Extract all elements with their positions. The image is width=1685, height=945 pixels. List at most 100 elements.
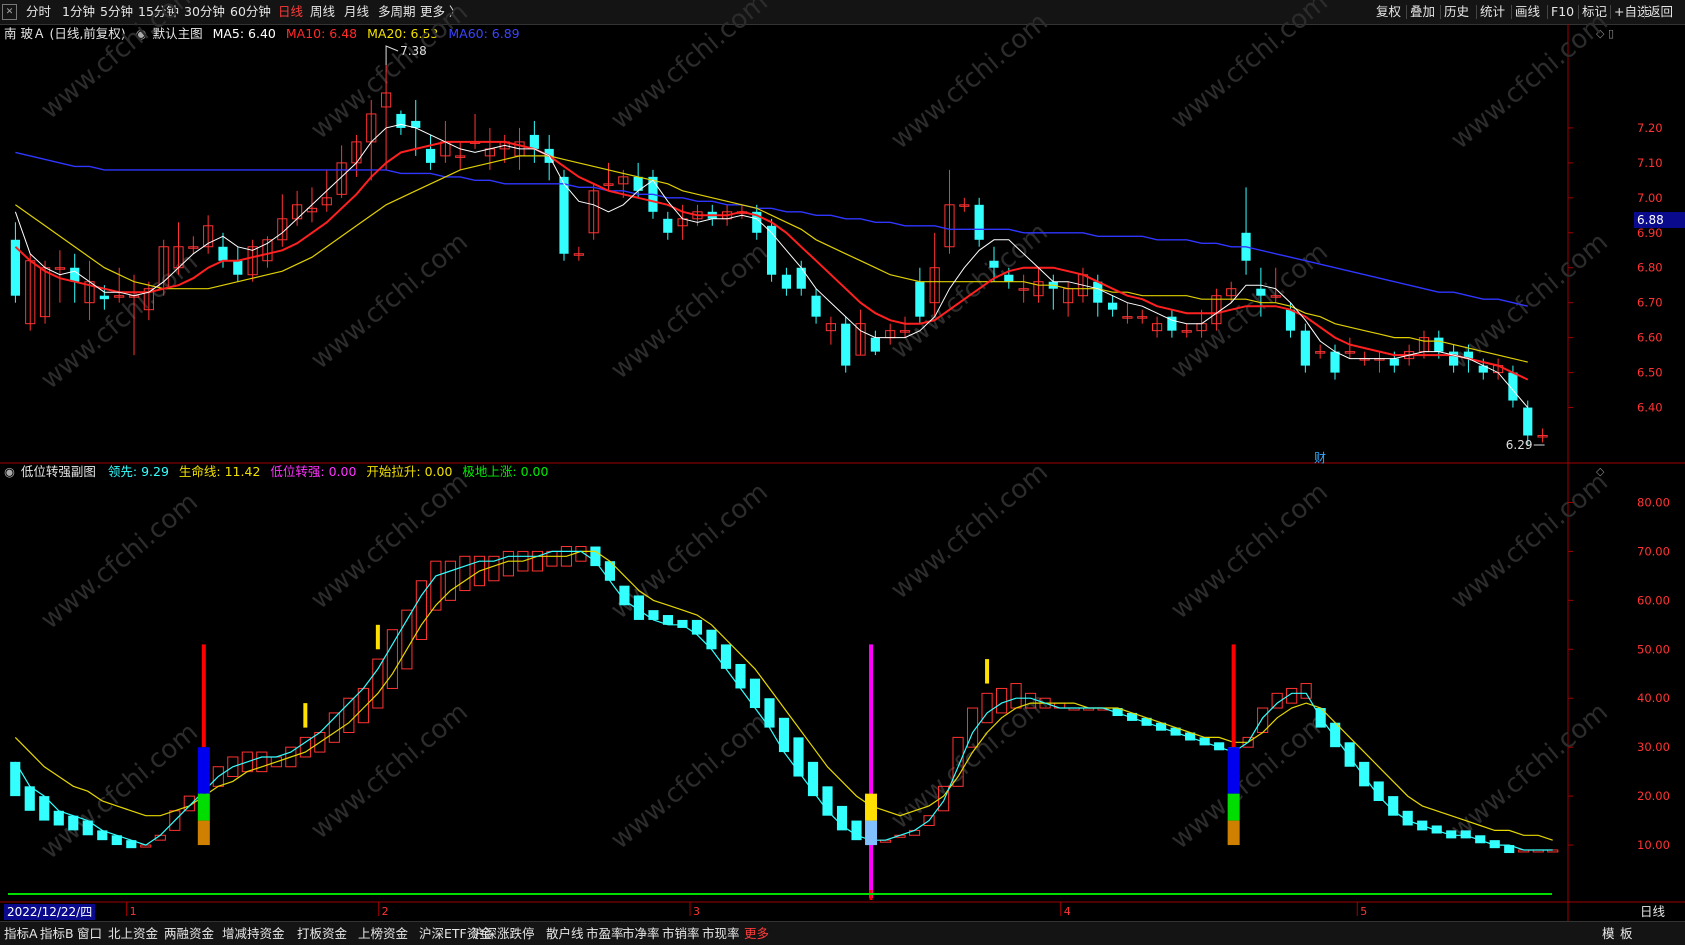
bottom-tab-5[interactable]: 增减持资金 [222,925,285,943]
sub-bar-up [502,550,514,577]
watermark-text: www.cfchi.com [605,707,774,855]
sub-tick-label: 80.00 [1637,495,1670,509]
sub-bar-down [648,610,659,620]
watermark-text: www.cfchi.com [305,227,474,375]
price-tick-label: 7.10 [1637,156,1663,170]
candle-body-down [841,323,851,366]
sub-bar-down [851,820,862,841]
yellow-mark [375,624,380,650]
sub-bar-down [1344,742,1355,767]
bottom-tab-12[interactable]: 市净率 [622,925,660,943]
sub-bar-up [995,687,1008,714]
signal-block [1227,793,1240,821]
watermark-text: www.cfchi.com [1445,697,1614,845]
price-tick-label: 6.40 [1637,401,1663,415]
sub-bar-down [68,815,79,831]
yellow-mark [985,659,990,684]
watermark-text: www.cfchi.com [1445,467,1614,615]
candle-body-down [663,218,673,233]
bottom-tab-1[interactable]: 指标B [40,925,74,943]
sub-bar-up [459,555,471,592]
bottom-tab-13[interactable]: 市销率 [662,925,700,943]
watermark-text: www.cfchi.com [1165,0,1334,135]
candle-body-down [1330,351,1340,373]
bottom-tab-7[interactable]: 上榜资金 [358,925,408,943]
candle-body-down [1108,302,1118,310]
yellow-mark [303,703,308,728]
candle-body-down [1004,274,1014,282]
candle-body-down [781,274,792,289]
finance-mark: 财 [1314,451,1326,465]
signal-bar-red [1231,644,1236,748]
low-price-label: 6.29 [1506,438,1533,452]
bottom-tab-9[interactable]: 沪深涨跌停 [472,925,535,943]
signal-block [197,820,210,846]
kline-chart[interactable]: www.cfchi.com www.cfchi.com www.cfchi.com w… [0,0,1685,921]
price-tick-label: 7.20 [1637,121,1663,135]
month-label: 1 [130,905,137,918]
signal-block [1227,747,1240,794]
sub-bar-down [53,810,64,826]
candle-body-down [396,113,406,128]
candle-body-down [1389,358,1399,366]
candle-body-down [811,295,821,317]
bottom-tab-4[interactable]: 两融资金 [164,925,214,943]
sub-bar-down [720,644,732,669]
high-price-label: 7.38 [400,44,427,58]
board-button[interactable]: 板 [1620,925,1633,943]
sub-bar-down [735,663,746,689]
watermark-text: www.cfchi.com [35,0,204,125]
month-label: 5 [1360,905,1367,918]
bottom-tab-3[interactable]: 北上资金 [108,925,158,943]
sub-bar-down [1460,830,1471,839]
candle-body-down [425,148,436,163]
bottom-tab-11[interactable]: 市盈率 [586,925,624,943]
lead-line [14,550,1553,851]
sub-tick-label: 20.00 [1637,789,1670,803]
price-tick-label: 7.00 [1637,191,1663,205]
signal-block [197,793,210,821]
bottom-tab-14[interactable]: 市现率 [702,925,740,943]
watermark-text: www.cfchi.com [885,457,1054,605]
sub-bar-up [430,560,442,611]
candle-body-down [1256,288,1266,296]
sub-bar-down [590,546,601,567]
sub-bar-up [372,658,384,709]
sub-tick-label: 30.00 [1637,740,1670,754]
month-label: 4 [1064,905,1071,918]
bottom-tab-10[interactable]: 散户线 [546,925,584,943]
sub-tick-label: 40.00 [1637,691,1670,705]
candle-body-down [915,281,925,317]
watermark-text: www.cfchi.com [885,687,1054,835]
candle-body-down [1434,337,1444,352]
sub-bar-up [1300,683,1312,699]
price-tick-label: 6.70 [1637,296,1663,310]
bottom-tab-2[interactable]: 窗口 [77,925,102,943]
candle-body-down [529,134,539,149]
sub-bar-down [1359,761,1370,787]
watermark-text: www.cfchi.com [605,477,774,625]
bottom-tab-6[interactable]: 打板资金 [297,925,347,943]
sub-tick-label: 50.00 [1637,642,1670,656]
signal-block [865,793,878,821]
sub-tick-label: 60.00 [1637,593,1670,607]
watermark-text: www.cfchi.com [1165,707,1334,855]
candle-body-down [99,295,109,300]
watermark-text: www.cfchi.com [605,237,774,385]
bottom-tab-0[interactable]: 指标A [4,925,38,943]
watermark-text: www.cfchi.com [305,0,474,145]
candle-body-down [70,267,80,282]
sub-bar-down [836,805,848,831]
bottom-tab-15[interactable]: 更多 [744,925,769,943]
watermark-text: www.cfchi.com [605,0,774,135]
candle-body-down [233,260,243,275]
life-line [14,550,1553,841]
candle-body-down [1093,281,1103,303]
signal-block [1227,820,1240,846]
candle-body-down [989,260,999,268]
candle-body-down [1523,407,1533,436]
signal-block [865,820,878,846]
template-button[interactable]: 模 [1602,925,1615,943]
sub-bar-up [531,550,543,572]
candle-body-down [796,267,806,289]
